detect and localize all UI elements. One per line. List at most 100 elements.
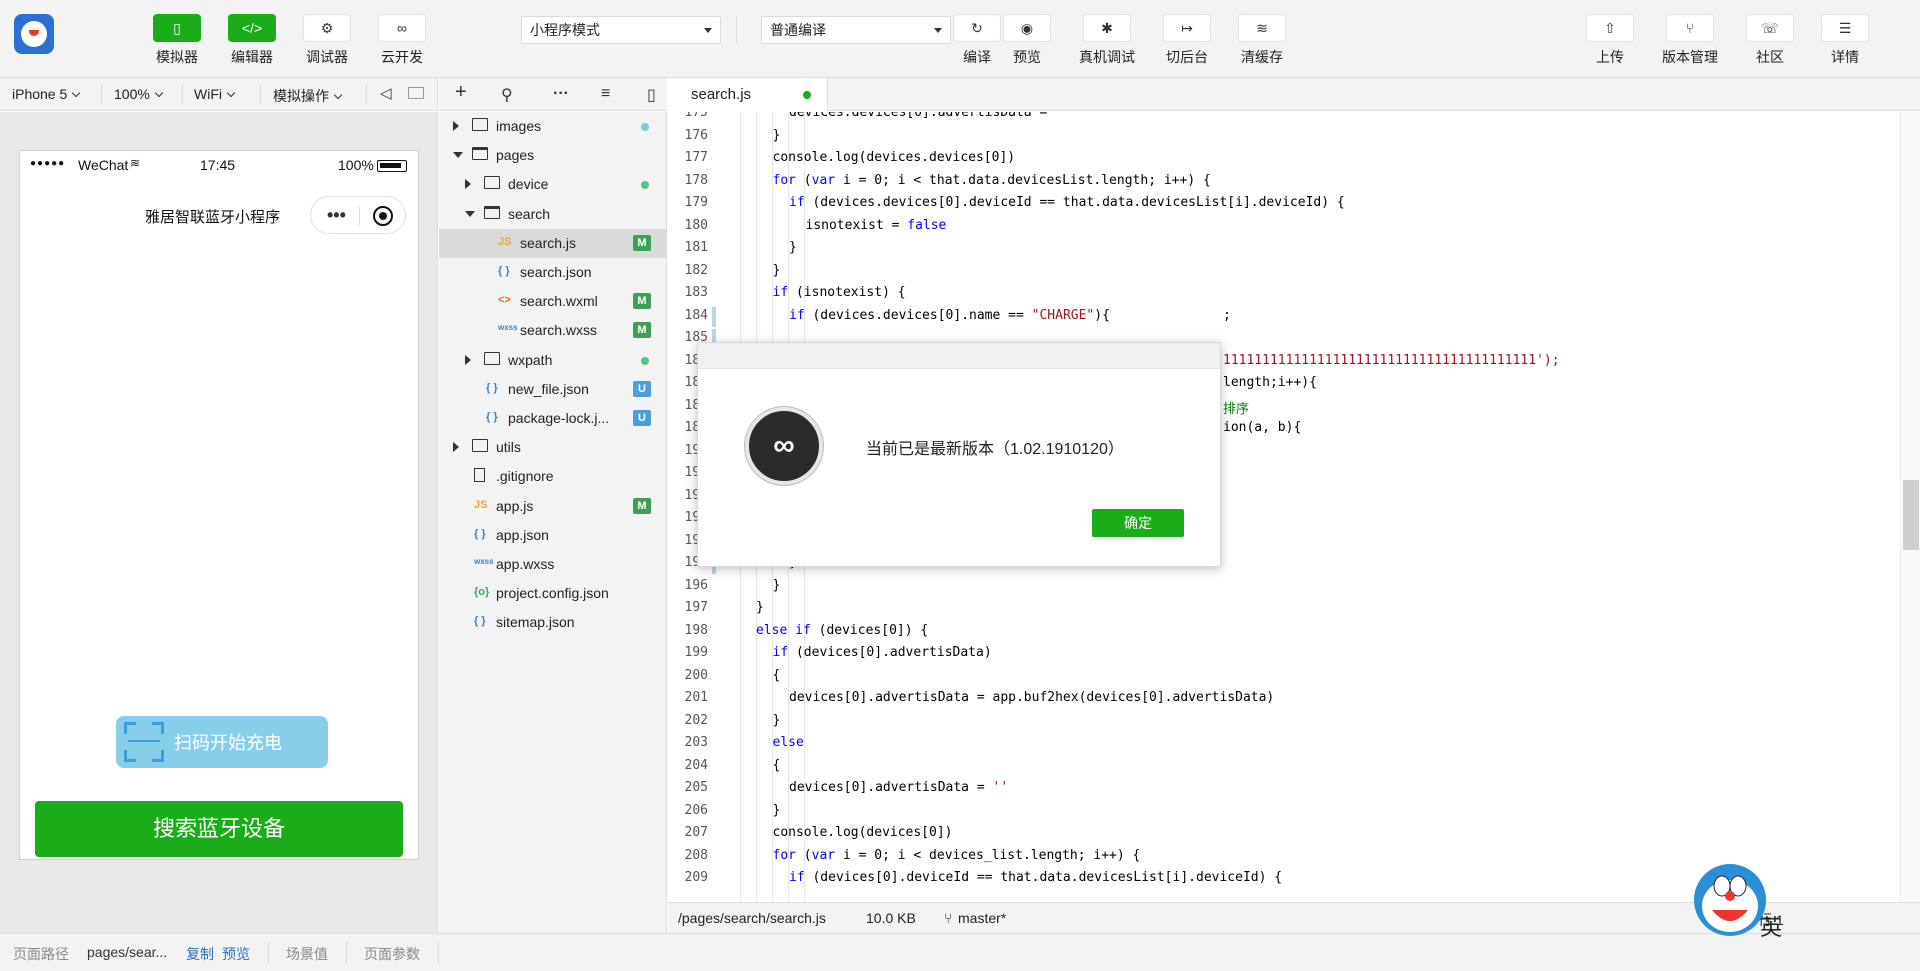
ops-select[interactable]: 模拟操作: [273, 86, 343, 106]
split-icon[interactable]: ▯: [647, 85, 656, 105]
divider: [101, 84, 102, 104]
code-line[interactable]: 177 console.log(devices.devices[0]): [668, 147, 1920, 170]
action-button-2[interactable]: ✱ 真机调试: [1077, 14, 1137, 67]
code-line[interactable]: 181}: [668, 237, 1920, 260]
chevron-down-icon[interactable]: [465, 210, 475, 217]
tree-item-package-lock-j-[interactable]: { } package-lock.j... U: [439, 404, 667, 433]
action-button-3[interactable]: ↦ 切后台: [1157, 14, 1217, 67]
zoom-select[interactable]: 100%: [114, 86, 164, 102]
wxml-file-icon: <>: [498, 294, 511, 307]
tree-item-label: images: [496, 118, 542, 134]
tree-item-search[interactable]: search: [439, 200, 667, 229]
code-line[interactable]: 201 devices[0].advertisData = app.buf2hex…: [668, 687, 1920, 710]
scan-charge-button[interactable]: 扫码开始充电: [116, 716, 328, 768]
code-line[interactable]: 204 {: [668, 755, 1920, 778]
mode-select[interactable]: 小程序模式: [521, 16, 721, 44]
tree-item-wxpath[interactable]: wxpath: [439, 346, 667, 375]
action-button-4[interactable]: ≋ 清缓存: [1232, 14, 1292, 67]
tool-button-1[interactable]: </> 编辑器: [222, 14, 282, 67]
tree-item--gitignore[interactable]: .gitignore: [439, 462, 667, 491]
capsule-menu[interactable]: •••: [310, 196, 406, 234]
speaker-icon[interactable]: ◁: [380, 84, 392, 102]
tree-item-app-json[interactable]: { } app.json: [439, 521, 667, 550]
code-text: ion(a, b){: [1223, 420, 1302, 435]
code-line[interactable]: 179 if (devices.devices[0].deviceId == th…: [668, 192, 1920, 215]
config-file-icon: {o}: [474, 586, 490, 599]
chevron-right-icon[interactable]: [453, 121, 459, 131]
code-line[interactable]: 199 if (devices[0].advertisData): [668, 642, 1920, 665]
add-icon[interactable]: +: [455, 81, 467, 104]
more-icon[interactable]: ···: [553, 85, 569, 103]
action-button-1[interactable]: ◉ 预览: [997, 14, 1057, 67]
network-select[interactable]: WiFi: [194, 86, 236, 102]
tree-item-search-js[interactable]: JS search.js M: [439, 228, 667, 258]
tree-item-search-wxml[interactable]: <> search.wxml M: [439, 287, 667, 316]
close-target-icon[interactable]: [373, 206, 393, 226]
code-line[interactable]: 206}: [668, 800, 1920, 823]
window-icon[interactable]: [408, 87, 424, 99]
device-select[interactable]: iPhone 5: [12, 86, 81, 102]
line-number: 198: [684, 622, 708, 638]
side-button-0[interactable]: ⇧ 上传: [1580, 14, 1640, 67]
tab-search-js[interactable]: search.js: [668, 78, 828, 111]
git-branch[interactable]: master*: [958, 910, 1006, 926]
tree-item-search-json[interactable]: { } search.json: [439, 258, 667, 287]
tool-button-3[interactable]: ∞ 云开发: [372, 14, 432, 67]
app-logo[interactable]: [14, 14, 54, 54]
code-line[interactable]: 175 devices.devices[0].advertisData = '': [668, 112, 1920, 125]
collapse-icon[interactable]: ≡: [601, 85, 610, 103]
tree-item-app-js[interactable]: JS app.js M: [439, 492, 667, 521]
tree-item-pages[interactable]: pages: [439, 141, 667, 170]
code-line[interactable]: 203 else: [668, 732, 1920, 755]
doraemon-mascot-icon[interactable]: [1690, 860, 1770, 940]
tool-button-0[interactable]: ▯ 模拟器: [147, 14, 207, 67]
code-text: }: [772, 802, 781, 818]
copy-link[interactable]: 复制: [186, 944, 214, 964]
code-line[interactable]: 176}: [668, 125, 1920, 148]
code-line[interactable]: 200 {: [668, 665, 1920, 688]
more-icon[interactable]: •••: [327, 205, 346, 226]
chevron-right-icon[interactable]: [453, 442, 459, 453]
code-line[interactable]: 198 else if (devices[0]) {: [668, 620, 1920, 643]
eye-icon: ◉: [1003, 14, 1051, 42]
code-line[interactable]: 196}: [668, 575, 1920, 598]
side-button-label: 上传: [1596, 49, 1624, 65]
tool-button-2[interactable]: ⚙ 调试器: [297, 14, 357, 67]
code-text: {: [772, 757, 781, 773]
dialog-message: 当前已是最新版本（1.02.1910120）: [866, 441, 1124, 458]
simulator-panel: ●●●●● WeChat ≋ 17:45 100% 雅居智联蓝牙小程序 •••: [0, 112, 438, 933]
code-line[interactable]: 197}: [668, 597, 1920, 620]
scene-button[interactable]: 场景值: [286, 944, 328, 964]
ime-indicator[interactable]: 英: [1760, 910, 1782, 942]
tree-item-sitemap-json[interactable]: { } sitemap.json: [439, 608, 667, 637]
chevron-down-icon[interactable]: [453, 152, 463, 159]
chevron-right-icon[interactable]: [465, 179, 471, 190]
search-icon[interactable]: ⚲: [501, 85, 513, 105]
confirm-button[interactable]: 确定: [1092, 509, 1184, 537]
side-button-3[interactable]: ☰ 详情: [1815, 14, 1875, 67]
page-params-button[interactable]: 页面参数: [364, 944, 420, 964]
tree-item-search-wxss[interactable]: wxss search.wxss M: [439, 316, 667, 345]
chevron-right-icon[interactable]: [465, 354, 471, 365]
code-line[interactable]: 207 console.log(devices[0]): [668, 822, 1920, 845]
tree-item-new-file-json[interactable]: { } new_file.json U: [439, 375, 667, 404]
code-line[interactable]: 180 isnotexist = false: [668, 215, 1920, 238]
code-line[interactable]: 205 devices[0].advertisData = '': [668, 777, 1920, 800]
search-bluetooth-button[interactable]: 搜索蓝牙设备: [35, 801, 403, 857]
tree-item-project-config-json[interactable]: {o} project.config.json: [439, 579, 667, 608]
tree-item-utils[interactable]: utils: [439, 433, 667, 462]
tree-item-images[interactable]: images: [439, 112, 667, 141]
code-line[interactable]: 202}: [668, 710, 1920, 733]
code-line[interactable]: 178 for (var i = 0; i < that.data.devices…: [668, 170, 1920, 193]
tool-button-label: 调试器: [306, 49, 348, 65]
zoom-select-value: 100%: [114, 86, 150, 102]
side-button-1[interactable]: ⑂ 版本管理: [1660, 14, 1720, 67]
tree-item-device[interactable]: device: [439, 170, 667, 199]
code-line[interactable]: 182}: [668, 260, 1920, 283]
preview-link[interactable]: 预览: [222, 944, 250, 964]
compile-select[interactable]: 普通编译: [761, 16, 951, 44]
battery-percent: 100%: [338, 157, 374, 173]
code-line[interactable]: 183 if (isnotexist) {: [668, 282, 1920, 305]
tree-item-app-wxss[interactable]: wxss app.wxss: [439, 550, 667, 579]
side-button-2[interactable]: ☏ 社区: [1740, 14, 1800, 67]
